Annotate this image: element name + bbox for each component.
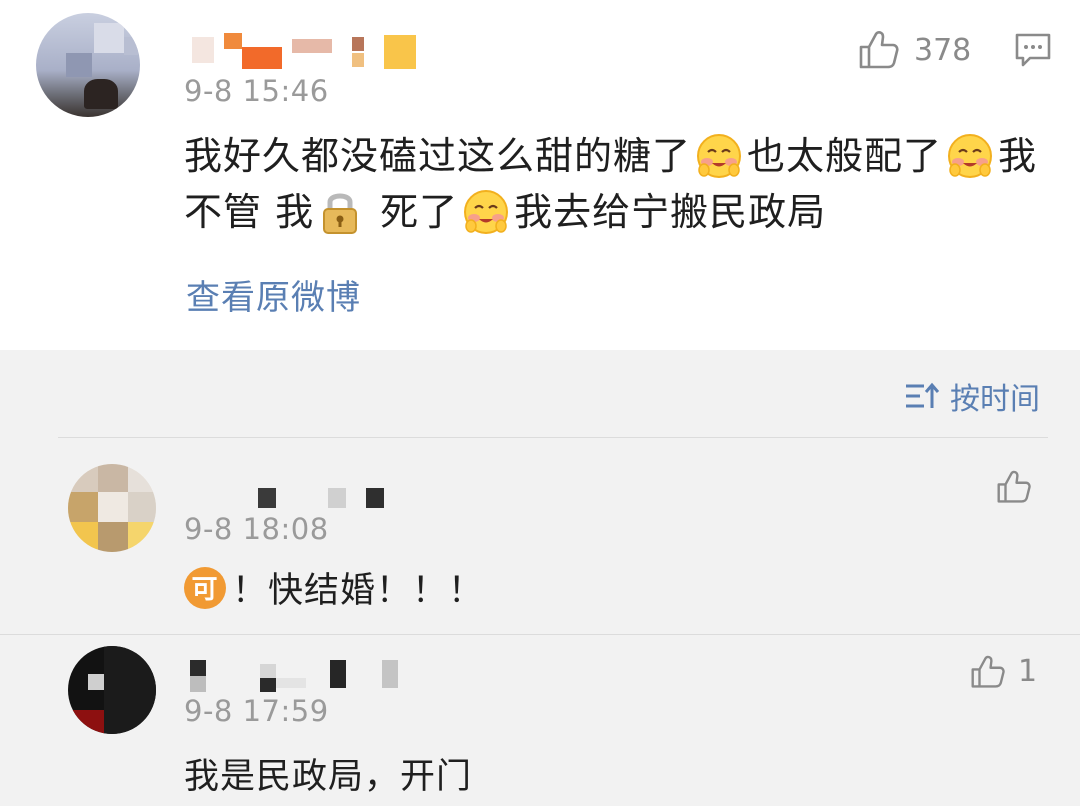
lock-emoji <box>323 193 358 234</box>
comment-icon <box>1015 33 1051 67</box>
blushing-face-emoji <box>948 134 993 178</box>
divider <box>58 437 1048 438</box>
comment-author-name-pixelated[interactable] <box>258 484 388 514</box>
comment-text-content: 我是民政局，开门 <box>184 757 473 797</box>
thumbs-up-icon <box>859 31 899 69</box>
view-original-link[interactable]: 查看原微博 <box>186 270 361 319</box>
comment-text: 可 ！快结婚！！！ <box>184 562 484 613</box>
post-like-count: 378 <box>914 32 972 68</box>
divider <box>0 634 1080 635</box>
comment-button[interactable] <box>1014 32 1052 72</box>
blushing-face-emoji <box>697 134 742 178</box>
comment-text-content: ！快结婚！！！ <box>232 571 485 611</box>
blushing-face-emoji <box>464 190 509 234</box>
comment-text: 我是民政局，开门 <box>184 748 472 799</box>
thumbs-up-icon <box>971 655 1005 688</box>
comment-avatar[interactable] <box>68 646 156 734</box>
comment-time: 9-8 18:08 <box>184 512 329 546</box>
sort-by-time-button[interactable]: 按时间 <box>904 374 1040 418</box>
post-card: 9-8 15:46 378 我好久都没磕过这么甜的糖了 也太般配了 我 不管 我… <box>0 0 1080 350</box>
post-text-segment: 也太般配了 <box>747 134 943 178</box>
post-author-avatar[interactable] <box>36 13 140 117</box>
post-time: 9-8 15:46 <box>184 74 329 108</box>
post-text: 我好久都没磕过这么甜的糖了 也太般配了 我 不管 我 死了 我去给宁搬民政局 <box>184 128 1064 240</box>
sort-icon <box>906 382 940 408</box>
post-text-segment: 死了 <box>380 190 459 234</box>
post-text-segment: 我去给宁搬民政局 <box>514 190 827 234</box>
comment-like-button[interactable] <box>996 470 1044 504</box>
comment-like-count: 1 <box>1018 654 1038 689</box>
post-like-button[interactable]: 378 <box>858 30 971 70</box>
comment-time: 9-8 17:59 <box>184 694 329 728</box>
post-author-name-pixelated[interactable] <box>192 33 422 73</box>
comment-avatar[interactable] <box>68 464 156 552</box>
comment-like-button[interactable]: 1 <box>970 654 1037 689</box>
comment-author-name-pixelated[interactable] <box>190 660 410 692</box>
ke-emoji-badge: 可 <box>184 566 226 609</box>
thumbs-up-icon <box>997 470 1031 503</box>
sort-label: 按时间 <box>950 382 1040 417</box>
post-text-segment: 我好久都没磕过这么甜的糖了 <box>184 134 692 178</box>
post-text-segment: 不管 我 <box>184 190 315 234</box>
post-text-segment: 我 <box>998 134 1038 178</box>
